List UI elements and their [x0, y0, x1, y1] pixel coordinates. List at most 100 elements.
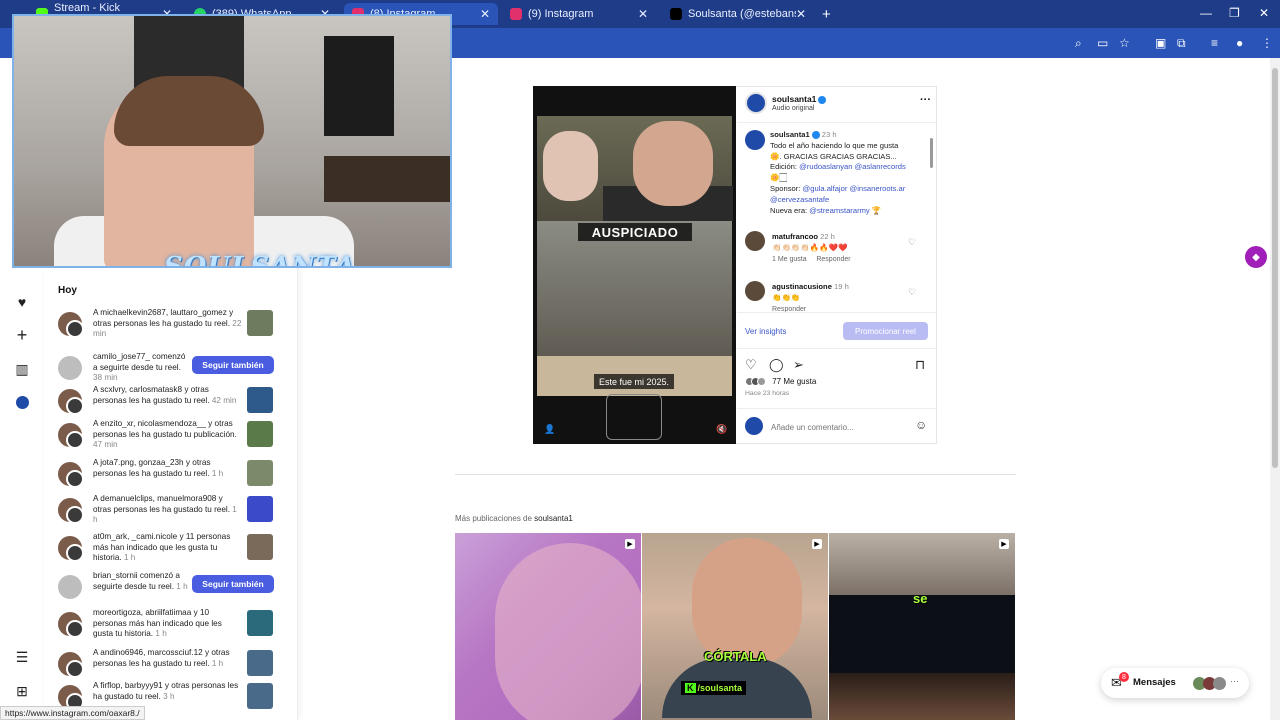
- avatar[interactable]: [745, 231, 765, 251]
- profile-avatar-icon[interactable]: [13, 393, 31, 411]
- page-scrollbar[interactable]: [1270, 58, 1280, 720]
- avatar[interactable]: [66, 506, 84, 524]
- avatar[interactable]: [745, 130, 765, 150]
- insights-link[interactable]: Ver insights: [745, 327, 786, 336]
- avatar[interactable]: [58, 575, 82, 599]
- avatar[interactable]: [745, 92, 767, 114]
- username[interactable]: michaelkevin2687, lauttaro_gomez: [100, 308, 227, 317]
- notification-item[interactable]: A demanuelclips, manuelmora908 y otras p…: [58, 494, 290, 528]
- avatar[interactable]: [66, 397, 84, 415]
- menu-icon[interactable]: ⋮: [1261, 36, 1273, 50]
- like-comment-icon[interactable]: ♡: [908, 237, 916, 248]
- notification-text: moreortigoza, abriilfatiimaa y 10 person…: [93, 608, 222, 638]
- post-thumbnail[interactable]: [247, 650, 273, 676]
- post-thumbnail[interactable]: [247, 683, 273, 709]
- avatar[interactable]: [745, 281, 765, 301]
- post-thumbnail[interactable]: [247, 310, 273, 336]
- notification-item[interactable]: at0m_ark, _cami.nicole y 11 personas más…: [58, 532, 290, 566]
- media-icon[interactable]: ≡: [1211, 36, 1218, 50]
- minimize-icon[interactable]: —: [1200, 6, 1212, 20]
- avatar[interactable]: [66, 620, 84, 638]
- avatar[interactable]: [66, 431, 84, 449]
- share-icon[interactable]: ➢: [793, 357, 804, 373]
- close-window-icon[interactable]: ✕: [1259, 6, 1269, 20]
- close-icon[interactable]: ✕: [796, 7, 806, 21]
- username[interactable]: brian_stornii: [93, 571, 138, 580]
- avatar[interactable]: [66, 320, 84, 338]
- verified-icon: [811, 131, 820, 139]
- post-sidebar: soulsanta1 Audio original ··· soulsanta1…: [737, 86, 937, 444]
- username[interactable]: demanuelclips, manuelmora908: [100, 494, 216, 503]
- post-thumbnail[interactable]: [247, 534, 273, 560]
- post-thumbnail[interactable]: [247, 496, 273, 522]
- post-thumbnail[interactable]: [247, 387, 273, 413]
- avatar[interactable]: [66, 470, 84, 488]
- more-menu-icon[interactable]: ☰: [13, 648, 31, 666]
- emoji-icon[interactable]: ☺: [915, 418, 927, 432]
- floating-extension-icon[interactable]: ◆: [1245, 246, 1267, 268]
- avatar[interactable]: [66, 660, 84, 678]
- username[interactable]: scxlvry, carlosmatask8: [100, 385, 182, 394]
- new-tab-button[interactable]: +: [822, 6, 831, 23]
- username[interactable]: at0m_ark, _cami.nicole: [93, 532, 177, 541]
- restore-icon[interactable]: ❐: [1229, 6, 1240, 20]
- close-icon[interactable]: ✕: [480, 7, 490, 21]
- like-comment-icon[interactable]: ♡: [908, 287, 916, 298]
- comment-icon[interactable]: ◯: [769, 357, 784, 373]
- post-thumbnail[interactable]: se ▶: [829, 533, 1015, 720]
- username[interactable]: firflop, barbyyy91: [100, 681, 162, 690]
- username[interactable]: andino6946, marcossciuf.12: [100, 648, 202, 657]
- audio-label[interactable]: Audio original: [772, 105, 814, 112]
- post-thumbnail[interactable]: [247, 460, 273, 486]
- close-icon[interactable]: ✕: [638, 7, 648, 21]
- tab-tiktok[interactable]: Soulsanta (@estebansantacruz ✕: [662, 3, 814, 25]
- notification-item[interactable]: brian_stornii comenzó a seguirte desde t…: [58, 571, 290, 605]
- puzzle-icon[interactable]: ⧉: [1177, 36, 1186, 51]
- timestamp: 47 min: [93, 440, 118, 449]
- promote-reel-button[interactable]: Promocionar reel: [843, 322, 928, 340]
- follow-back-button[interactable]: Seguir también: [192, 575, 274, 593]
- save-icon[interactable]: ⊓: [915, 357, 925, 373]
- heart-icon[interactable]: ♥: [13, 293, 31, 311]
- notification-item[interactable]: A scxlvry, carlosmatask8 y otras persona…: [58, 385, 290, 419]
- post-thumbnail[interactable]: ▶: [455, 533, 641, 720]
- comments-scrollbar[interactable]: [930, 128, 933, 306]
- avatar[interactable]: [66, 544, 84, 562]
- notification-item[interactable]: A enzito_xr, nicolasmendoza__ y otras pe…: [58, 419, 290, 453]
- more-options-icon[interactable]: ···: [920, 94, 931, 106]
- like-icon[interactable]: ♡: [745, 357, 757, 373]
- likes-count[interactable]: 77 Me gusta: [745, 377, 816, 387]
- notification-item[interactable]: A andino6946, marcossciuf.12 y otras per…: [58, 648, 290, 682]
- messages-button[interactable]: ✉ 8 Mensajes ···: [1101, 668, 1249, 698]
- notification-item[interactable]: moreortigoza, abriilfatiimaa y 10 person…: [58, 608, 290, 642]
- post-thumbnail[interactable]: [247, 421, 273, 447]
- notification-item[interactable]: A michaelkevin2687, lauttaro_gomez y otr…: [58, 308, 290, 342]
- thumbnail-text: CÓRTALA: [704, 649, 767, 664]
- threads-icon[interactable]: ⊞: [13, 682, 31, 700]
- username[interactable]: moreortigoza, abriilfatiimaa: [93, 608, 191, 617]
- timestamp: 42 min: [211, 395, 237, 405]
- avatar[interactable]: [58, 356, 82, 380]
- notification-item[interactable]: camilo_jose77_ comenzó a seguirte desde …: [58, 352, 290, 386]
- username[interactable]: jota7.png, gonzaa_23h: [100, 458, 183, 467]
- username[interactable]: camilo_jose77_: [93, 352, 150, 361]
- user-tag-icon[interactable]: 👤: [544, 424, 555, 435]
- notification-item[interactable]: A jota7.png, gonzaa_23h y otras personas…: [58, 458, 290, 492]
- tab-instagram[interactable]: (9) Instagram ✕: [502, 3, 656, 25]
- cast-icon[interactable]: ▭: [1097, 36, 1108, 50]
- username[interactable]: enzito_xr, nicolasmendoza__: [100, 419, 206, 428]
- mute-icon[interactable]: 🔇: [716, 424, 727, 435]
- create-icon[interactable]: +: [13, 325, 31, 345]
- comment-input[interactable]: [771, 420, 901, 434]
- dashboard-icon[interactable]: ▥: [13, 360, 31, 378]
- reel-icon: ▶: [812, 539, 822, 549]
- post-thumbnail[interactable]: CÓRTALA K/soulsanta ▶: [642, 533, 828, 720]
- post-thumbnail[interactable]: [247, 610, 273, 636]
- follow-back-button[interactable]: Seguir también: [192, 356, 274, 374]
- extension-icon[interactable]: ▣: [1155, 36, 1166, 50]
- more-icon: ···: [1230, 676, 1239, 686]
- zoom-icon[interactable]: ⌕: [1075, 36, 1082, 51]
- bookmark-star-icon[interactable]: ☆: [1119, 36, 1130, 50]
- reel-video[interactable]: AUSPICIADO Este fue mi 2025. 👤 🔇: [533, 86, 736, 444]
- profile-icon[interactable]: ●: [1236, 36, 1243, 50]
